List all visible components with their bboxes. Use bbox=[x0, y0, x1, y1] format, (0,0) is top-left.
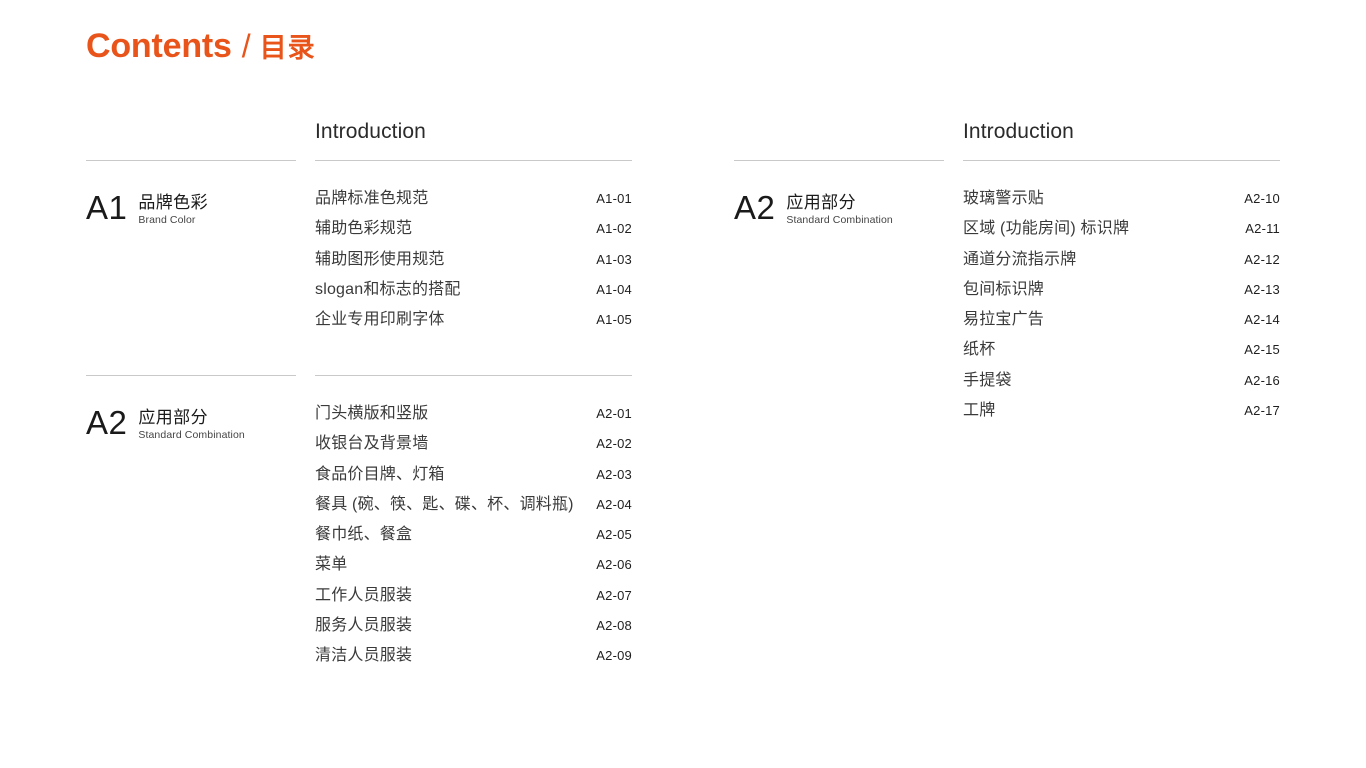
section-name-cn: 应用部分 bbox=[138, 408, 208, 427]
entry-code: A1-04 bbox=[596, 281, 632, 297]
entry-code: A2-01 bbox=[596, 406, 632, 421]
entry-title: 包间标识牌 bbox=[963, 280, 1045, 298]
entry-title: 品牌标准色规范 bbox=[315, 190, 429, 207]
list-item[interactable]: 工作人员服装 A2-07 bbox=[315, 581, 632, 611]
section-label-a2-continued: A2 应用部分 Standard Combination bbox=[734, 191, 893, 228]
entry-code: A2-17 bbox=[1244, 403, 1280, 419]
list-item[interactable]: 辅助色彩规范 A1-02 bbox=[315, 214, 632, 244]
entry-list-a2-continued: 玻璃警示贴 A2-10 区域 (功能房间) 标识牌 A2-11 通道分流指示牌 … bbox=[963, 184, 1280, 426]
entry-list-a2: 门头横版和竖版 A2-01 收银台及背景墙 A2-02 食品价目牌、灯箱 A2-… bbox=[315, 399, 632, 672]
list-item[interactable]: 易拉宝广告 A2-14 bbox=[963, 305, 1280, 335]
list-item[interactable]: 收银台及背景墙 A2-02 bbox=[315, 429, 632, 459]
list-item[interactable]: 手提袋 A2-16 bbox=[963, 366, 1280, 396]
entry-code: A2-05 bbox=[596, 527, 632, 543]
list-item[interactable]: 品牌标准色规范 A1-01 bbox=[315, 184, 632, 214]
entry-title: 清洁人员服装 bbox=[315, 647, 413, 665]
introduction-heading-left: Introduction bbox=[315, 120, 426, 143]
entry-title: 餐巾纸、餐盒 bbox=[315, 526, 413, 544]
section-code: A2 bbox=[734, 189, 776, 226]
section-name-cn: 应用部分 bbox=[786, 193, 856, 212]
entry-code: A2-09 bbox=[596, 648, 632, 664]
section-name-en: Standard Combination bbox=[786, 214, 893, 227]
contents-page: Contents / 目录 Introduction A1 品牌色彩 Brand… bbox=[0, 0, 1366, 768]
entry-title: 手提袋 bbox=[963, 371, 1012, 389]
page-title-cn: 目录 bbox=[259, 33, 316, 63]
entry-title: 食品价目牌、灯箱 bbox=[315, 465, 445, 483]
list-item[interactable]: 清洁人员服装 A2-09 bbox=[315, 641, 632, 671]
list-item[interactable]: 辅助图形使用规范 A1-03 bbox=[315, 245, 632, 275]
contents-column-right: Introduction A2 应用部分 Standard Combinatio… bbox=[734, 120, 1280, 720]
list-item[interactable]: 菜单 A2-06 bbox=[315, 550, 632, 580]
entry-code: A2-03 bbox=[596, 466, 632, 482]
section-label-a2: A2 应用部分 Standard Combination bbox=[86, 406, 245, 443]
entry-title: 收银台及背景墙 bbox=[315, 435, 429, 453]
list-item[interactable]: 通道分流指示牌 A2-12 bbox=[963, 245, 1280, 275]
list-item[interactable]: slogan和标志的搭配 A1-04 bbox=[315, 275, 632, 305]
entry-code: A2-04 bbox=[596, 496, 632, 512]
entry-code: A1-05 bbox=[596, 312, 632, 328]
contents-column-left: Introduction A1 品牌色彩 Brand Color 品牌标准色规范 bbox=[86, 120, 632, 720]
list-item[interactable]: 玻璃警示贴 A2-10 bbox=[963, 184, 1280, 214]
page-title: Contents / 目录 bbox=[86, 26, 316, 66]
entry-code: A2-13 bbox=[1244, 281, 1280, 297]
section-name-en: Brand Color bbox=[138, 214, 196, 227]
list-item[interactable]: 企业专用印刷字体 A1-05 bbox=[315, 305, 632, 335]
entry-code: A1-03 bbox=[596, 251, 632, 267]
entry-title: 通道分流指示牌 bbox=[963, 250, 1077, 268]
entry-code: A2-16 bbox=[1244, 372, 1280, 388]
list-item[interactable]: 区域 (功能房间) 标识牌 A2-11 bbox=[963, 214, 1280, 244]
entry-title: 工作人员服装 bbox=[315, 586, 413, 604]
entry-title: 区域 (功能房间) 标识牌 bbox=[963, 220, 1130, 238]
introduction-heading-right: Introduction bbox=[963, 120, 1074, 143]
entry-title: 辅助色彩规范 bbox=[315, 220, 413, 238]
entry-title: slogan和标志的搭配 bbox=[315, 280, 461, 298]
page-title-en: Contents bbox=[86, 27, 232, 65]
entry-code: A2-15 bbox=[1244, 342, 1280, 358]
list-item[interactable]: 食品价目牌、灯箱 A2-03 bbox=[315, 460, 632, 490]
list-item[interactable]: 服务人员服装 A2-08 bbox=[315, 611, 632, 641]
entry-title: 企业专用印刷字体 bbox=[315, 311, 445, 329]
list-item[interactable]: 餐巾纸、餐盒 A2-05 bbox=[315, 520, 632, 550]
list-item[interactable]: 包间标识牌 A2-13 bbox=[963, 275, 1280, 305]
entry-code: A1-02 bbox=[596, 221, 632, 237]
entry-title: 易拉宝广告 bbox=[963, 311, 1045, 329]
entry-code: A2-12 bbox=[1244, 251, 1280, 267]
entry-code: A2-02 bbox=[596, 436, 632, 452]
entry-code: A2-07 bbox=[596, 587, 632, 603]
section-code: A1 bbox=[86, 189, 128, 226]
entry-code: A2-11 bbox=[1245, 221, 1280, 237]
entry-code: A1-01 bbox=[596, 191, 632, 206]
section-a2-continued: A2 应用部分 Standard Combination 玻璃警示贴 A2-10… bbox=[734, 160, 1280, 419]
section-label-a1: A1 品牌色彩 Brand Color bbox=[86, 191, 208, 228]
entry-code: A2-06 bbox=[596, 557, 632, 573]
section-a2: A2 应用部分 Standard Combination 门头横版和竖版 A2-… bbox=[86, 375, 632, 664]
section-code: A2 bbox=[86, 404, 128, 441]
entry-code: A2-08 bbox=[596, 618, 632, 634]
entry-title: 纸杯 bbox=[963, 341, 996, 359]
section-name-cn: 品牌色彩 bbox=[138, 193, 208, 212]
list-item[interactable]: 纸杯 A2-15 bbox=[963, 335, 1280, 365]
entry-title: 门头横版和竖版 bbox=[315, 405, 429, 422]
entry-title: 玻璃警示贴 bbox=[963, 190, 1045, 207]
entry-title: 工牌 bbox=[963, 402, 996, 420]
entry-list-a1: 品牌标准色规范 A1-01 辅助色彩规范 A1-02 辅助图形使用规范 A1-0… bbox=[315, 184, 632, 335]
entry-title: 餐具 (碗、筷、匙、碟、杯、调料瓶) bbox=[315, 495, 574, 513]
entry-title: 菜单 bbox=[315, 556, 348, 574]
entry-title: 服务人员服装 bbox=[315, 617, 413, 635]
entry-code: A2-10 bbox=[1244, 191, 1280, 206]
section-name-en: Standard Combination bbox=[138, 429, 245, 442]
entry-code: A2-14 bbox=[1244, 312, 1280, 328]
list-item[interactable]: 工牌 A2-17 bbox=[963, 396, 1280, 426]
page-title-separator: / bbox=[241, 28, 251, 64]
list-item[interactable]: 门头横版和竖版 A2-01 bbox=[315, 399, 632, 429]
section-a1: A1 品牌色彩 Brand Color 品牌标准色规范 A1-01 辅助色彩规范… bbox=[86, 160, 632, 328]
list-item[interactable]: 餐具 (碗、筷、匙、碟、杯、调料瓶) A2-04 bbox=[315, 490, 632, 520]
entry-title: 辅助图形使用规范 bbox=[315, 250, 445, 268]
